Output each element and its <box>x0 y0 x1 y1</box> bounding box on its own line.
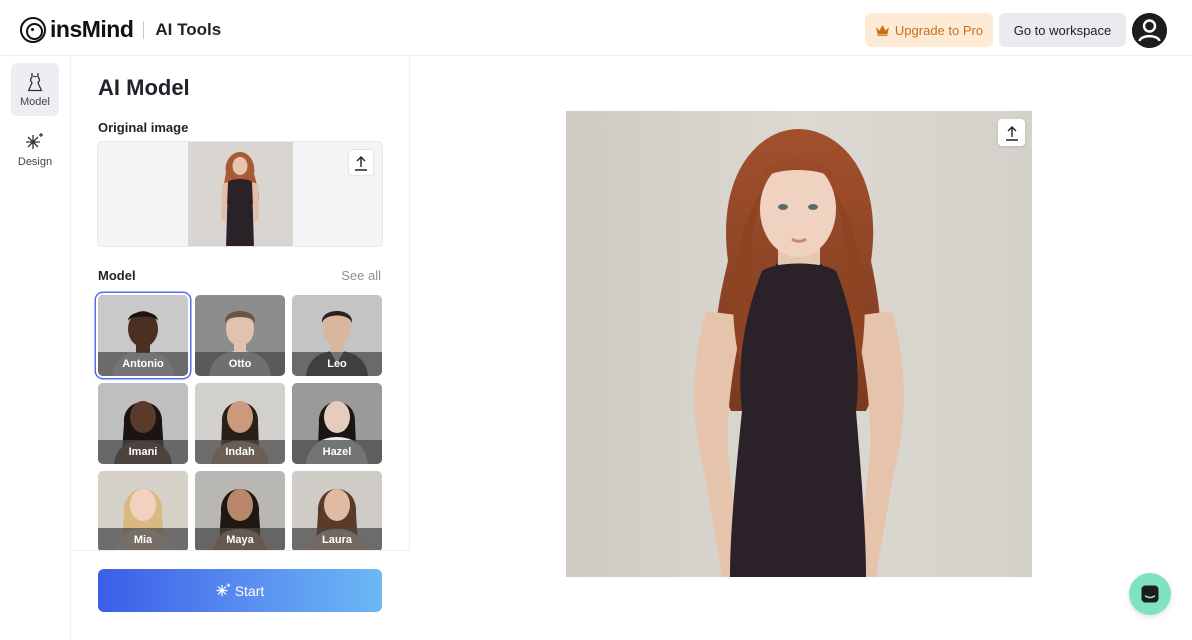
model-name: Mia <box>98 528 188 552</box>
upload-original-button[interactable] <box>348 149 374 176</box>
upload-icon <box>1005 125 1018 141</box>
start-button[interactable]: Start <box>98 569 382 612</box>
original-image-label: Original image <box>98 120 189 135</box>
panel-title: AI Model <box>98 75 190 100</box>
model-card-indah[interactable]: Indah <box>195 383 285 464</box>
magic-sparkle-icon <box>216 583 230 596</box>
model-card-mia[interactable]: Mia <box>98 471 188 552</box>
panel-footer: Start <box>71 550 410 640</box>
model-card-antonio[interactable]: Antonio <box>98 295 188 376</box>
model-name: Maya <box>195 528 285 552</box>
user-avatar[interactable] <box>1132 13 1167 48</box>
rail-item-label: Model <box>20 95 50 108</box>
logo[interactable]: insMind AI Tools <box>20 16 221 43</box>
model-card-maya[interactable]: Maya <box>195 471 285 552</box>
dress-icon <box>27 72 43 91</box>
logo-divider <box>143 20 145 39</box>
settings-panel: AI Model Original image Model See all An… <box>71 56 410 640</box>
model-photo <box>566 111 1032 577</box>
result-preview-image <box>566 111 1032 577</box>
model-name: Leo <box>292 352 382 376</box>
model-name: Imani <box>98 440 188 464</box>
rail-item-model[interactable]: Model <box>11 63 59 116</box>
tool-rail: Model Design <box>0 56 71 640</box>
support-chat-button[interactable] <box>1129 573 1171 615</box>
model-name: Hazel <box>292 440 382 464</box>
workspace-label: Go to workspace <box>1013 22 1112 38</box>
section-title: AI Tools <box>155 19 222 39</box>
original-image-thumbnail <box>188 142 293 246</box>
upgrade-button[interactable]: Upgrade to Pro <box>865 13 993 47</box>
see-all-link[interactable]: See all <box>341 268 381 283</box>
model-section-label: Model <box>98 268 136 283</box>
model-grid: Antonio Otto Leo Imani Indah Hazel Mia M… <box>98 295 383 552</box>
rail-item-design[interactable]: Design <box>11 123 59 176</box>
original-image-dropzone[interactable] <box>97 141 383 247</box>
model-card-laura[interactable]: Laura <box>292 471 382 552</box>
insmind-logo-icon <box>20 16 46 43</box>
crown-icon <box>875 25 889 36</box>
upload-icon <box>355 155 367 171</box>
start-label: Start <box>234 582 265 599</box>
upgrade-label: Upgrade to Pro <box>894 22 984 38</box>
sparkle-icon <box>26 132 43 149</box>
model-name: Indah <box>195 440 285 464</box>
model-card-leo[interactable]: Leo <box>292 295 382 376</box>
rail-item-label: Design <box>17 155 53 168</box>
model-card-imani[interactable]: Imani <box>98 383 188 464</box>
chat-icon <box>1141 585 1159 603</box>
model-name: Laura <box>292 528 382 552</box>
brand-name: insMind <box>50 16 134 42</box>
user-icon <box>1132 13 1167 48</box>
model-name: Otto <box>195 352 285 376</box>
model-card-hazel[interactable]: Hazel <box>292 383 382 464</box>
model-card-otto[interactable]: Otto <box>195 295 285 376</box>
top-header: insMind AI Tools Upgrade to Pro Go to wo… <box>0 0 1192 56</box>
upload-result-button[interactable] <box>998 119 1025 146</box>
model-name: Antonio <box>98 352 188 376</box>
go-to-workspace-button[interactable]: Go to workspace <box>999 13 1126 47</box>
